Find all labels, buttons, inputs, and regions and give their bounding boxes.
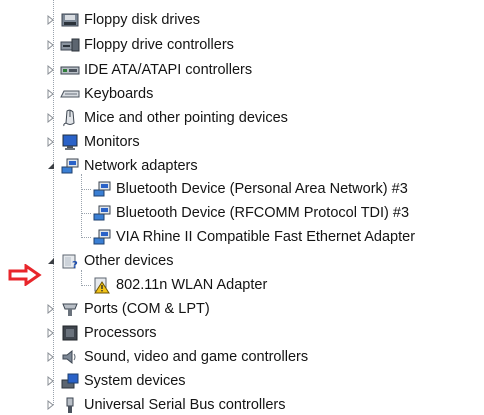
tree-device-wlan-adapter[interactable]: 802.11n WLAN Adapter — [92, 273, 267, 297]
expand-arrow-icon[interactable] — [46, 39, 56, 51]
tree-device-label: Bluetooth Device (Personal Area Network)… — [116, 181, 408, 197]
tree-category-monitors[interactable]: Monitors — [46, 130, 140, 154]
tree-category-label: Other devices — [84, 253, 174, 269]
tree-device-label: VIA Rhine II Compatible Fast Ethernet Ad… — [116, 229, 416, 245]
collapse-arrow-icon[interactable] — [46, 160, 56, 172]
expand-arrow-icon[interactable] — [46, 88, 56, 100]
svg-text:?: ? — [72, 260, 78, 270]
tree-guide-line — [81, 189, 91, 190]
keyboard-icon — [60, 85, 80, 103]
usb-icon — [60, 396, 80, 414]
floppy-controller-icon — [60, 36, 80, 54]
tree-category-label: System devices — [84, 373, 186, 389]
expand-arrow-icon[interactable] — [46, 399, 56, 411]
network-adapter-icon — [60, 157, 80, 175]
tree-category-label: IDE ATA/ATAPI controllers — [84, 62, 253, 78]
speaker-icon — [60, 348, 80, 366]
expand-arrow-icon[interactable] — [46, 351, 56, 363]
tree-category-other-devices[interactable]: ? Other devices — [46, 249, 173, 273]
port-icon — [60, 300, 80, 318]
expand-arrow-icon[interactable] — [46, 112, 56, 124]
expand-arrow-icon[interactable] — [46, 327, 56, 339]
expand-arrow-icon[interactable] — [46, 14, 56, 26]
tree-device-via-rhine[interactable]: VIA Rhine II Compatible Fast Ethernet Ad… — [92, 225, 415, 249]
device-tree: Floppy disk drives Floppy drive controll… — [0, 0, 484, 415]
floppy-disk-icon — [60, 11, 80, 29]
tree-category-usb-controllers[interactable]: Universal Serial Bus controllers — [46, 393, 285, 415]
tree-guide-line — [81, 237, 91, 238]
tree-category-label: Floppy drive controllers — [84, 37, 234, 53]
processor-icon — [60, 324, 80, 342]
network-adapter-icon — [92, 228, 112, 246]
tree-category-label: Floppy disk drives — [84, 12, 201, 28]
monitor-icon — [60, 133, 80, 151]
tree-guide-line — [81, 213, 91, 214]
tree-device-label: Bluetooth Device (RFCOMM Protocol TDI) #… — [116, 205, 410, 221]
tree-device-label: 802.11n WLAN Adapter — [116, 277, 268, 293]
network-adapter-icon — [92, 180, 112, 198]
tree-guide-line — [81, 285, 91, 286]
tree-category-label: Ports (COM & LPT) — [84, 301, 210, 317]
collapse-arrow-icon[interactable] — [46, 255, 56, 267]
unknown-device-icon: ? — [60, 252, 80, 270]
tree-category-system-devices[interactable]: System devices — [46, 369, 186, 393]
expand-arrow-icon[interactable] — [46, 64, 56, 76]
tree-category-ports[interactable]: Ports (COM & LPT) — [46, 297, 210, 321]
tree-category-label: Processors — [84, 325, 157, 341]
tree-category-floppy-disk-drives[interactable]: Floppy disk drives — [46, 8, 200, 32]
tree-category-label: Mice and other pointing devices — [84, 110, 288, 126]
tree-category-mice[interactable]: Mice and other pointing devices — [46, 106, 288, 130]
tree-category-label: Sound, video and game controllers — [84, 349, 309, 365]
network-adapter-icon — [92, 204, 112, 222]
tree-category-label: Universal Serial Bus controllers — [84, 397, 286, 413]
ide-controller-icon — [60, 61, 80, 79]
tree-category-floppy-drive-controllers[interactable]: Floppy drive controllers — [46, 33, 234, 57]
warning-device-icon — [92, 276, 112, 294]
tree-category-label: Network adapters — [84, 158, 198, 174]
tree-category-label: Keyboards — [84, 86, 154, 102]
expand-arrow-icon[interactable] — [46, 375, 56, 387]
tree-category-ide-ata-atapi-controllers[interactable]: IDE ATA/ATAPI controllers — [46, 58, 252, 82]
tree-category-network-adapters[interactable]: Network adapters — [46, 154, 198, 178]
tree-category-processors[interactable]: Processors — [46, 321, 157, 345]
tree-guide-line — [81, 174, 82, 238]
tree-device-bluetooth-rfcomm[interactable]: Bluetooth Device (RFCOMM Protocol TDI) #… — [92, 201, 409, 225]
tree-device-bluetooth-pan[interactable]: Bluetooth Device (Personal Area Network)… — [92, 177, 408, 201]
tree-category-keyboards[interactable]: Keyboards — [46, 82, 153, 106]
tree-category-sound-video-game[interactable]: Sound, video and game controllers — [46, 345, 308, 369]
tree-category-label: Monitors — [84, 134, 140, 150]
system-device-icon — [60, 372, 80, 390]
expand-arrow-icon[interactable] — [46, 136, 56, 148]
red-arrow-icon — [8, 264, 42, 286]
mouse-icon — [60, 109, 80, 127]
expand-arrow-icon[interactable] — [46, 303, 56, 315]
